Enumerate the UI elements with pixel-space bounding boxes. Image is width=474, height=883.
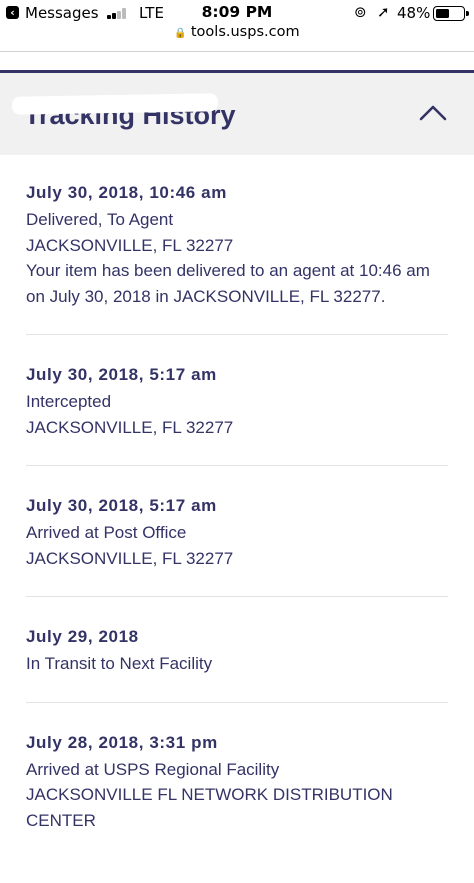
battery-level [436,9,449,18]
tracking-event: July 29, 2018 In Transit to Next Facilit… [26,622,448,703]
tracking-event: July 30, 2018, 5:17 am Arrived at Post O… [26,491,448,597]
event-status: Delivered, To Agent [26,210,174,229]
chevron-up-icon[interactable] [416,101,450,125]
location-arrow-icon: ➚ [377,3,390,21]
address-bar[interactable]: 🔒 tools.usps.com [0,24,474,46]
tracking-history-toggle[interactable]: Tracking History [0,73,474,155]
event-date: July 28, 2018, 3:31 pm [26,732,218,752]
tracking-event: July 30, 2018, 10:46 am Delivered, To Ag… [26,178,448,335]
lock-icon: 🔒 [174,28,187,39]
event-date: July 29, 2018 [26,627,139,646]
event-date: July 30, 2018, 5:17 am [26,365,217,384]
battery-percentage: 48% [397,4,431,22]
rotation-lock-icon: ⊚ [354,3,367,21]
tracking-event: July 30, 2018, 5:17 am Intercepted JACKS… [26,360,448,466]
event-date: July 30, 2018, 5:17 am [26,496,217,515]
event-status: Arrived at USPS Regional Facility [26,759,280,779]
event-location: JACKSONVILLE, FL 32277 [26,417,234,437]
event-status: Intercepted [26,392,112,411]
tracking-event: July 28, 2018, 3:31 pm Arrived at USPS R… [26,728,448,859]
status-bar: ‹ Messages LTE 8:09 PM ⊚ ➚ 48% [0,0,474,26]
event-status: In Transit to Next Facility [26,654,213,673]
event-status: Arrived at Post Office [26,523,187,542]
url-text: tools.usps.com [190,24,300,40]
event-location: JACKSONVILLE, FL 32277 [26,548,234,568]
event-details: Your item has been delivered to an agent… [26,261,430,306]
browser-divider [0,51,474,52]
battery-icon [433,6,469,21]
event-date: July 30, 2018, 10:46 am [26,183,227,202]
event-location: JACKSONVILLE, FL 32277 [26,235,234,255]
redaction-mark [11,93,219,115]
event-location: JACKSONVILLE FL NETWORK DISTRIBUTION CEN… [26,785,393,830]
tracking-events-list: July 30, 2018, 10:46 am Delivered, To Ag… [26,178,448,883]
